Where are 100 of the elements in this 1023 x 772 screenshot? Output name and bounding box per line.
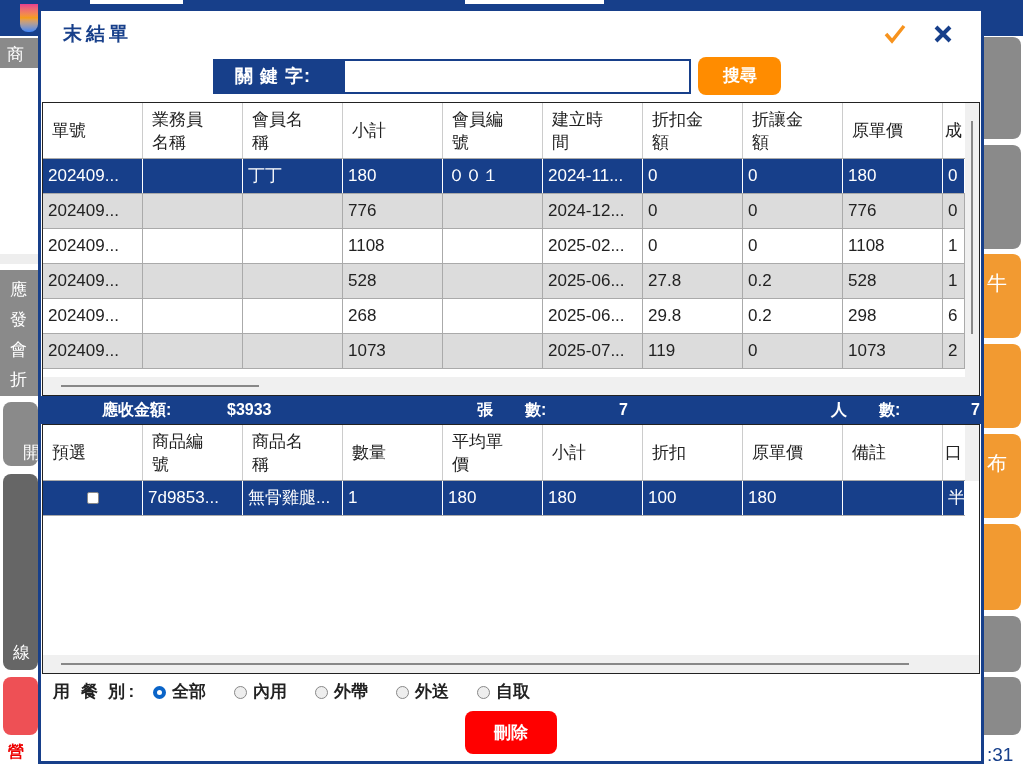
radio-option[interactable]: 外帶 bbox=[315, 679, 369, 705]
column-header[interactable]: 成 bbox=[943, 103, 965, 158]
table-cell: 202409... bbox=[43, 229, 143, 263]
table-cell: 119 bbox=[643, 334, 743, 368]
summary-value: 7 bbox=[971, 400, 980, 420]
logo-icon bbox=[20, 4, 38, 32]
table-cell: 202409... bbox=[43, 159, 143, 193]
table-cell: 202409... bbox=[43, 334, 143, 368]
menu-button[interactable] bbox=[984, 524, 1021, 610]
keyword-field[interactable] bbox=[343, 58, 691, 94]
order-row[interactable]: 202409... 268 2025-06... 29.8 0.2 298 6 bbox=[43, 299, 965, 334]
clock-text: :31 bbox=[987, 743, 1014, 767]
status-label: 營 bbox=[8, 742, 25, 762]
radio-option[interactable]: 內用 bbox=[234, 679, 288, 705]
table-cell: 776 bbox=[343, 194, 443, 228]
table-cell: 268 bbox=[343, 299, 443, 333]
summary-value: $3933 bbox=[227, 400, 272, 420]
table-cell: 2024-11... bbox=[543, 159, 643, 193]
radio-option[interactable]: 自取 bbox=[477, 679, 531, 705]
down-button[interactable] bbox=[984, 145, 1021, 249]
table-cell: 27.8 bbox=[643, 264, 743, 298]
order-row[interactable]: 202409... 528 2025-06... 27.8 0.2 528 1 bbox=[43, 264, 965, 299]
summary-label: 人 數: bbox=[831, 400, 901, 420]
column-header[interactable]: 會員編號 bbox=[443, 103, 543, 158]
table-cell: 0 bbox=[643, 194, 743, 228]
table-cell: 0.2 bbox=[743, 264, 843, 298]
summary-value: 7 bbox=[619, 400, 628, 420]
table-cell: 2024-12... bbox=[543, 194, 643, 228]
menu-button[interactable] bbox=[984, 344, 1021, 428]
table-cell: 1108 bbox=[343, 229, 443, 263]
summary-label: 應收金額: bbox=[102, 400, 172, 420]
confirm-icon[interactable] bbox=[883, 22, 907, 46]
column-header[interactable]: 小計 bbox=[343, 103, 443, 158]
table-cell: 202409... bbox=[43, 299, 143, 333]
scrollbar-thumb[interactable] bbox=[971, 121, 973, 334]
column-header[interactable]: 折扣金額 bbox=[643, 103, 743, 158]
column-header[interactable]: 折扣 bbox=[643, 425, 743, 480]
table-cell: 0 bbox=[643, 159, 743, 193]
column-header[interactable]: 平均單價 bbox=[443, 425, 543, 480]
table-cell: 1073 bbox=[343, 334, 443, 368]
checkbox[interactable] bbox=[86, 492, 99, 504]
table-cell: 298 bbox=[843, 299, 943, 333]
column-header[interactable]: 數量 bbox=[343, 425, 443, 480]
table-cell: 2025-06... bbox=[543, 299, 643, 333]
table-cell: 2025-06... bbox=[543, 264, 643, 298]
table-cell: 0.2 bbox=[743, 299, 843, 333]
item-row[interactable]: 7d9853... 無骨雞腿... 1 180 180 100 180 半 bbox=[43, 481, 965, 516]
table-cell: 528 bbox=[343, 264, 443, 298]
column-header[interactable]: 備註 bbox=[843, 425, 943, 480]
radio-option[interactable]: 外送 bbox=[396, 679, 450, 705]
table-cell: 2025-07... bbox=[543, 334, 643, 368]
up-button[interactable] bbox=[984, 37, 1021, 139]
table-cell: ００１ bbox=[443, 159, 543, 193]
table-cell: 1108 bbox=[843, 229, 943, 263]
table-cell: 0 bbox=[743, 334, 843, 368]
table-cell: 1 bbox=[343, 481, 443, 515]
table-cell: 180 bbox=[543, 481, 643, 515]
column-header[interactable]: 建立時間 bbox=[543, 103, 643, 158]
table-cell: 202409... bbox=[43, 264, 143, 298]
column-header[interactable]: 原單價 bbox=[743, 425, 843, 480]
table-cell: 202409... bbox=[43, 194, 143, 228]
order-row[interactable]: 202409... 丁丁 180 ００１ 2024-11... 0 0 180 0 bbox=[43, 159, 965, 194]
order-row[interactable]: 202409... 1108 2025-02... 0 0 1108 1 bbox=[43, 229, 965, 264]
column-header[interactable]: 口 bbox=[943, 425, 965, 480]
info-label: 折 bbox=[10, 369, 28, 391]
column-header[interactable]: 小計 bbox=[543, 425, 643, 480]
close-icon[interactable] bbox=[933, 24, 953, 44]
summary-label: 張 數: bbox=[477, 400, 547, 420]
table-cell: 半 bbox=[943, 481, 965, 515]
info-label: 發 bbox=[10, 309, 28, 331]
column-header[interactable]: 業務員名稱 bbox=[143, 103, 243, 158]
order-row[interactable]: 202409... 1073 2025-07... 119 0 1073 2 bbox=[43, 334, 965, 369]
meal-type-label: 用 餐 別: bbox=[53, 681, 138, 704]
column-header[interactable]: 商品編號 bbox=[143, 425, 243, 480]
table-cell: 100 bbox=[643, 481, 743, 515]
column-header[interactable]: 商品名稱 bbox=[243, 425, 343, 480]
column-header[interactable]: 原單價 bbox=[843, 103, 943, 158]
column-header[interactable]: 預選 bbox=[43, 425, 143, 480]
table-cell: 無骨雞腿... bbox=[243, 481, 343, 515]
order-row[interactable]: 202409... 776 2024-12... 0 0 776 0 bbox=[43, 194, 965, 229]
side-button[interactable]: 線 bbox=[3, 474, 38, 670]
table-cell: 0 bbox=[743, 229, 843, 263]
table-cell: 180 bbox=[343, 159, 443, 193]
table-cell: 0 bbox=[743, 194, 843, 228]
column-header[interactable]: 單號 bbox=[43, 103, 143, 158]
table-cell: 2025-02... bbox=[543, 229, 643, 263]
radio-option[interactable]: 全部 bbox=[153, 679, 207, 705]
table-cell: 180 bbox=[743, 481, 843, 515]
delete-button[interactable]: 刪除 bbox=[465, 711, 557, 754]
scrollbar-thumb[interactable] bbox=[61, 385, 259, 387]
column-header[interactable]: 折讓金額 bbox=[743, 103, 843, 158]
table-cell: 528 bbox=[843, 264, 943, 298]
side-button[interactable] bbox=[3, 677, 38, 735]
table-cell: 180 bbox=[843, 159, 943, 193]
dialog-title: 末結單 bbox=[63, 21, 133, 46]
side-label: 商 bbox=[0, 38, 38, 68]
table-cell: 丁丁 bbox=[243, 159, 343, 193]
column-header[interactable]: 會員名稱 bbox=[243, 103, 343, 158]
scrollbar-thumb[interactable] bbox=[61, 663, 909, 665]
info-label: 會 bbox=[10, 339, 28, 361]
